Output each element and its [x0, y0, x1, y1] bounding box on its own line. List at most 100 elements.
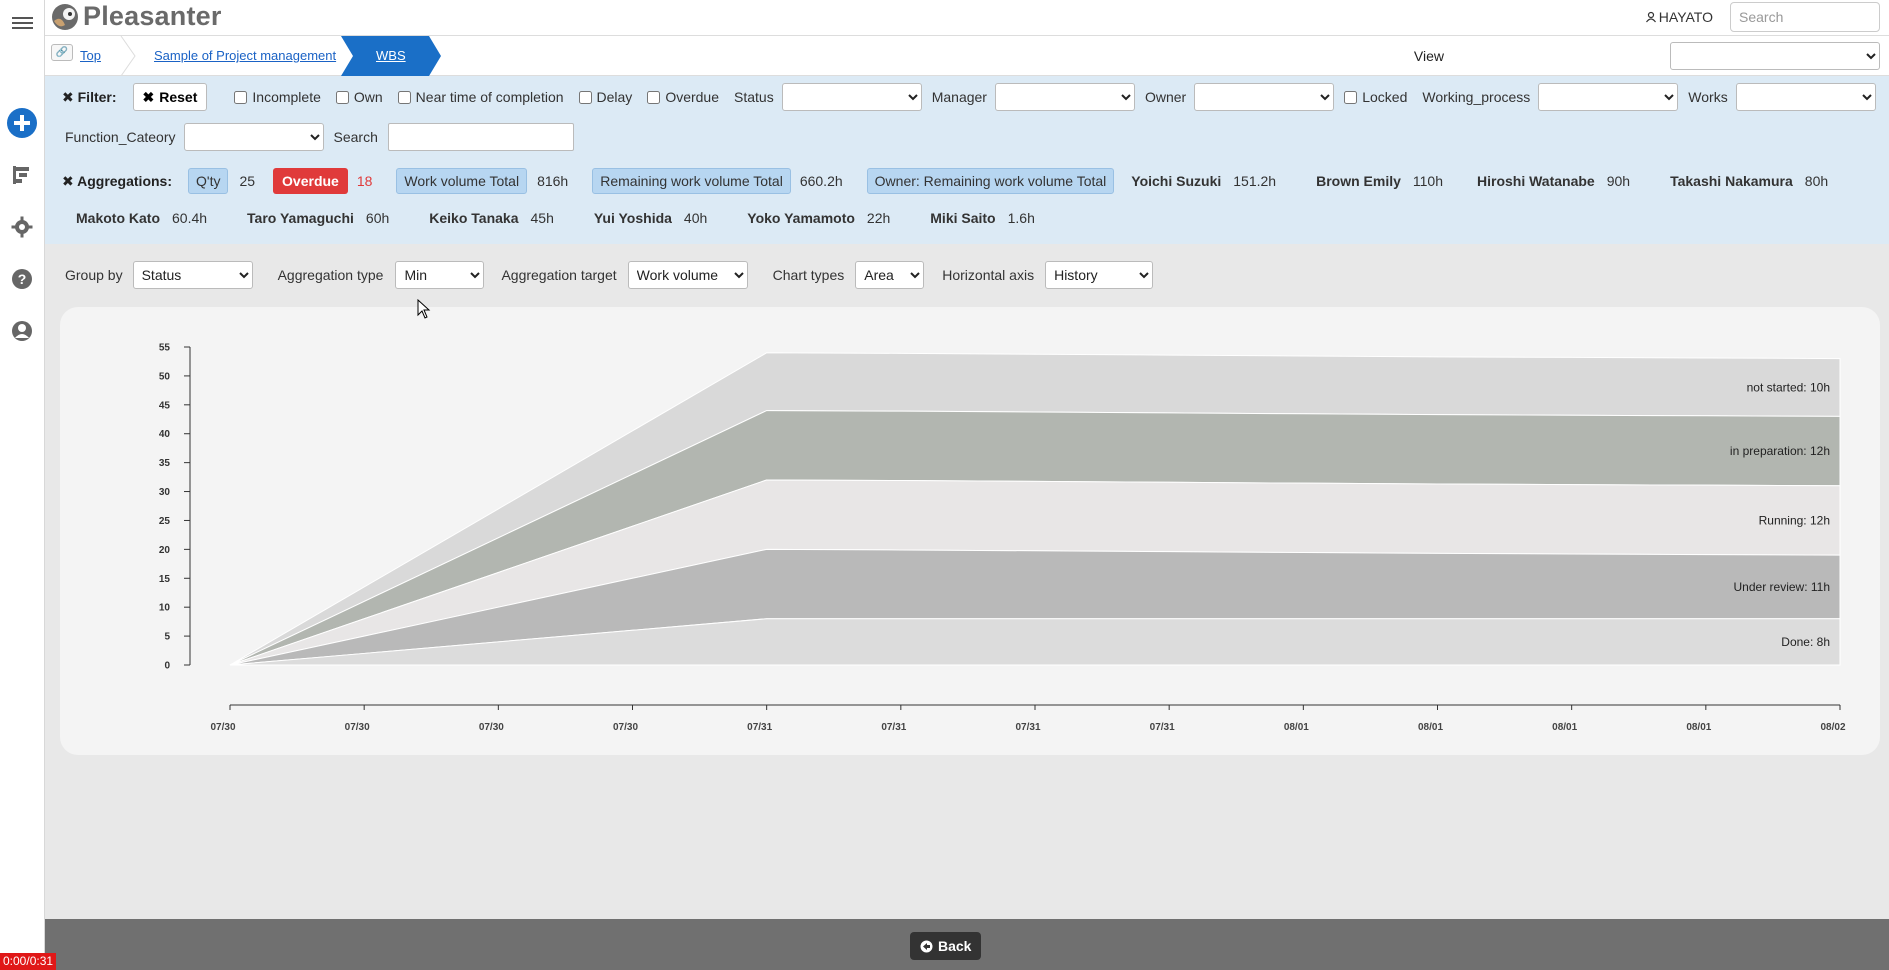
y-tick-label: 50	[159, 371, 171, 382]
owner-value: 60.4h	[172, 210, 208, 226]
chart-types-label: Chart types	[772, 267, 845, 283]
status-select[interactable]	[781, 83, 922, 111]
owner-value: 22h	[866, 210, 891, 226]
overdue-value: 18	[356, 173, 373, 189]
user-icon	[1645, 11, 1656, 23]
series-label: in preparation: 12h	[1730, 444, 1830, 458]
working-process-label: Working_process	[1422, 89, 1531, 105]
owner-value: 90h	[1606, 173, 1631, 189]
y-tick-label: 5	[164, 632, 170, 643]
owner-name: Keiko Tanaka	[429, 210, 519, 226]
svg-text:?: ?	[18, 271, 27, 287]
x-tick-label: 07/30	[613, 722, 638, 733]
help-icon[interactable]: ?	[5, 262, 39, 296]
back-icon	[920, 940, 933, 952]
near-completion-checkbox[interactable]: Near time of completion	[397, 89, 564, 105]
owner-select[interactable]	[1194, 83, 1335, 111]
owner-name: Miki Saito	[930, 210, 996, 226]
function-category-label: Function_Cateory	[65, 129, 176, 145]
x-tick-label: 08/01	[1552, 722, 1577, 733]
status-label: Status	[734, 89, 774, 105]
link-icon[interactable]: 🔗	[51, 44, 73, 61]
works-select[interactable]	[1735, 83, 1876, 111]
breadcrumb: 🔗 Top Sample of Project management WBS V…	[45, 36, 1889, 76]
owner-name: Taro Yamaguchi	[247, 210, 354, 226]
mouse-cursor-icon	[417, 299, 431, 319]
logo-icon	[52, 3, 78, 30]
menu-icon[interactable]	[5, 6, 39, 40]
aggregation-target-label: Aggregation target	[501, 267, 617, 283]
series-label: not started: 10h	[1747, 380, 1830, 394]
owner-name: Yui Yoshida	[593, 210, 672, 226]
work-volume-tag[interactable]: Work volume Total	[396, 168, 528, 194]
add-icon[interactable]	[5, 106, 39, 140]
owner-remaining-tag[interactable]: Owner: Remaining work volume Total	[866, 168, 1115, 194]
filter-search-input[interactable]	[387, 123, 574, 151]
owner-name: Hiroshi Watanabe	[1477, 173, 1595, 189]
horizontal-axis-select[interactable]: History	[1045, 261, 1154, 289]
breadcrumb-separator	[120, 36, 136, 76]
view-select[interactable]	[1670, 42, 1880, 70]
search-label: Search	[333, 129, 378, 145]
overdue-tag[interactable]: Overdue	[273, 168, 348, 194]
x-tick-label: 07/31	[1015, 722, 1040, 733]
breadcrumb-item-site[interactable]: Sample of Project management	[154, 48, 336, 63]
breadcrumb-item-top[interactable]: Top	[80, 48, 101, 63]
working-process-select[interactable]	[1538, 83, 1679, 111]
work-volume-value: 816h	[537, 173, 569, 189]
x-tick-label: 08/01	[1686, 722, 1711, 733]
owner-name: Takashi Nakamura	[1670, 173, 1793, 189]
app-logo[interactable]: Pleasanter	[51, 1, 222, 32]
delay-checkbox[interactable]: Delay	[578, 89, 632, 105]
reset-button[interactable]: ✖ Reset	[132, 83, 208, 111]
remaining-value: 660.2h	[799, 173, 843, 189]
owner-name: Makoto Kato	[76, 210, 160, 226]
overdue-checkbox[interactable]: Overdue	[647, 89, 719, 105]
owner-label: Owner	[1144, 89, 1187, 105]
series-label: Done: 8h	[1781, 635, 1830, 649]
owner-name: Yoichi Suzuki	[1131, 173, 1222, 189]
owner-value: 151.2h	[1233, 173, 1277, 189]
group-by-select[interactable]: Status	[132, 261, 253, 289]
function-category-select[interactable]	[183, 123, 324, 151]
manager-select[interactable]	[994, 83, 1135, 111]
owner-value: 110h	[1412, 173, 1443, 189]
x-tick-label: 08/01	[1284, 722, 1309, 733]
gantt-icon[interactable]	[5, 158, 39, 192]
aggregation-type-label: Aggregation type	[277, 267, 384, 283]
owner-name: Yoko Yamamoto	[747, 210, 855, 226]
group-by-label: Group by	[65, 267, 123, 283]
user-menu[interactable]: HAYATO	[1645, 9, 1713, 25]
chart-types-select[interactable]: Area	[855, 261, 925, 289]
filter-panel: ✖ Filter: ✖ Reset Incomplete Own Near ti…	[45, 76, 1889, 244]
aggregation-type-select[interactable]: Min	[395, 261, 485, 289]
incomplete-checkbox[interactable]: Incomplete	[234, 89, 321, 105]
back-button[interactable]: Back	[910, 932, 982, 960]
aggregations-title[interactable]: ✖ Aggregations:	[62, 173, 172, 190]
x-tick-label: 07/30	[345, 722, 370, 733]
remaining-tag[interactable]: Remaining work volume Total	[592, 168, 791, 194]
chart-options: Group by Status Aggregation type Min Agg…	[65, 261, 1154, 289]
user-name: HAYATO	[1658, 9, 1713, 25]
breadcrumb-item-wbs[interactable]: WBS	[376, 48, 406, 63]
manager-label: Manager	[931, 89, 987, 105]
gear-icon[interactable]	[5, 210, 39, 244]
x-tick-label: 07/30	[210, 722, 235, 733]
x-tick-label: 08/02	[1820, 722, 1845, 733]
owner-value: 40h	[683, 210, 708, 226]
own-checkbox[interactable]: Own	[335, 89, 383, 105]
account-icon[interactable]	[5, 314, 39, 348]
y-tick-label: 35	[159, 458, 171, 469]
horizontal-axis-label: Horizontal axis	[942, 267, 1035, 283]
y-tick-label: 30	[159, 487, 171, 498]
y-tick-label: 40	[159, 429, 171, 440]
aggregation-target-select[interactable]: Work volume	[627, 261, 748, 289]
qty-tag[interactable]: Q'ty	[188, 168, 229, 194]
owner-value: 80h	[1804, 173, 1829, 189]
locked-checkbox[interactable]: Locked	[1344, 89, 1407, 105]
series-label: Running: 12h	[1759, 513, 1830, 527]
y-tick-label: 15	[159, 574, 171, 585]
top-header: Pleasanter HAYATO	[45, 0, 1889, 36]
search-input[interactable]	[1730, 2, 1880, 32]
filter-title[interactable]: ✖ Filter:	[62, 89, 117, 106]
